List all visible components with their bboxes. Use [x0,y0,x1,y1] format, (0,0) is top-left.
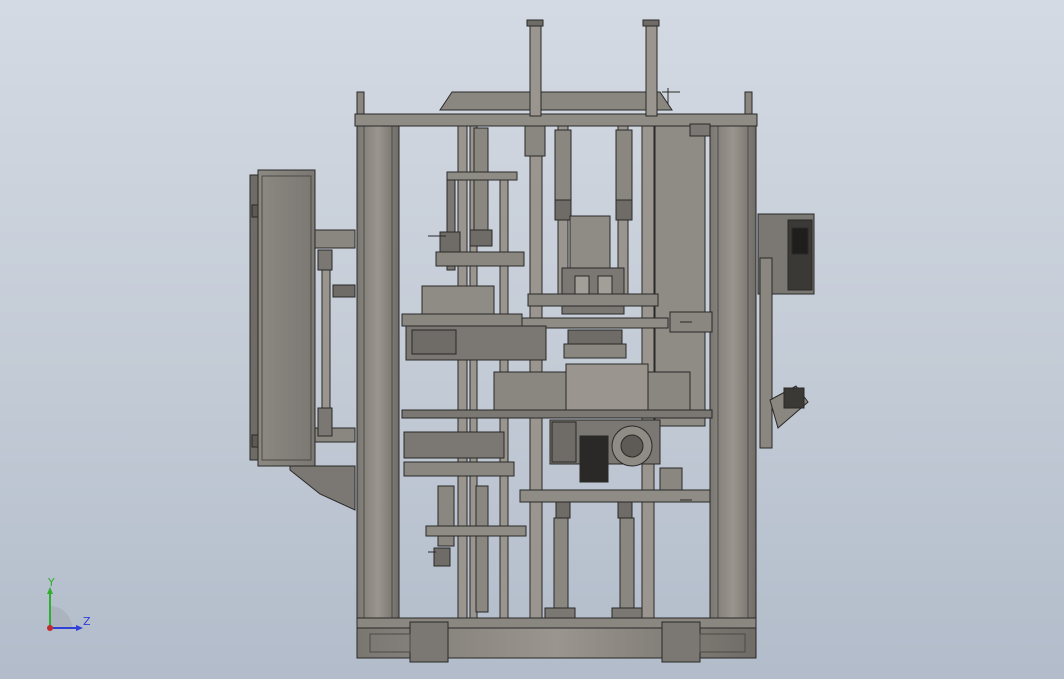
coordinate-triad: Y Z [47,578,91,631]
triad-origin-shading [50,606,72,628]
lower-shelf [519,489,711,619]
motor-gearbox [549,419,683,497]
machine-assembly-model[interactable] [249,19,815,663]
electrical-cabinet [249,169,356,511]
z-axis-label: Z [83,615,91,628]
z-axis-arrow-icon [76,625,83,631]
y-axis-label: Y [47,578,55,589]
graphics-viewport[interactable] [0,0,1064,679]
upper-center-tooling [524,125,659,315]
middle-drive-housing [401,363,713,419]
triad-origin [47,625,53,631]
